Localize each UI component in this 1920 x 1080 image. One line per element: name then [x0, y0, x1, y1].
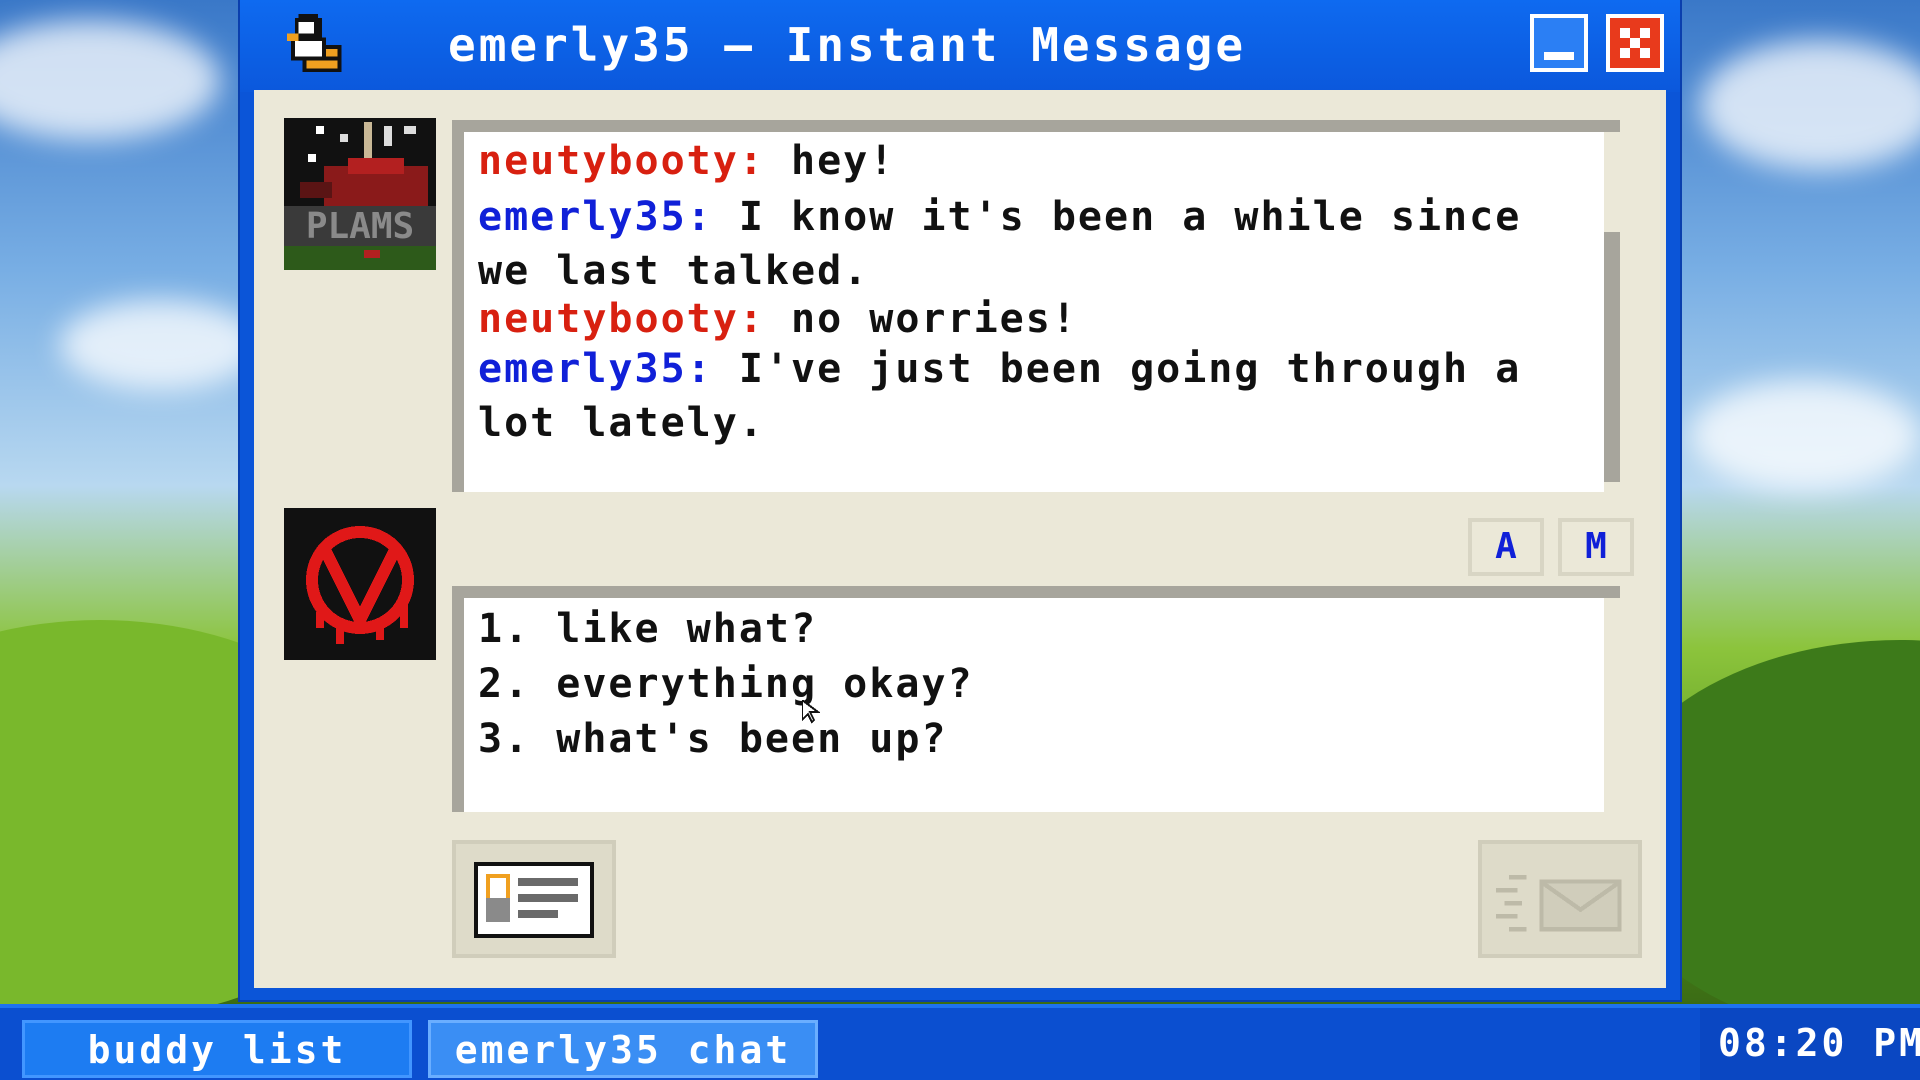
cloud: [1700, 40, 1920, 170]
message-text: hey!: [764, 138, 896, 184]
send-envelope-icon: [1496, 875, 1622, 932]
reply-option-2[interactable]: 2. everything okay?: [478, 657, 974, 711]
window-client: PLAMS neutybooty: hey! emerly35: I know …: [254, 90, 1666, 988]
buddy-avatar-text: PLAMS: [306, 206, 414, 247]
font-style-button[interactable]: A: [1468, 518, 1544, 576]
reply-scrollbar[interactable]: [1604, 598, 1620, 812]
taskbar-clock: 08:20 PM: [1718, 1021, 1920, 1065]
chat-scrollbar[interactable]: [1604, 132, 1620, 492]
cloud: [0, 20, 220, 140]
buddy-avatar: PLAMS: [284, 118, 436, 270]
chat-message: emerly35: I know it's been a while since…: [478, 190, 1578, 298]
chat-message: emerly35: I've just been going through a…: [478, 342, 1578, 450]
mouse-cursor-icon: [802, 700, 820, 724]
message-text: no worries!: [764, 296, 1078, 342]
cloud: [60, 300, 260, 390]
message-sender: emerly35:: [478, 194, 713, 240]
chat-log[interactable]: neutybooty: hey! emerly35: I know it's b…: [452, 120, 1620, 492]
reply-options-box[interactable]: 1. like what? 2. everything okay? 3. wha…: [452, 586, 1620, 812]
message-sender: neutybooty:: [478, 138, 765, 184]
user-avatar: [284, 508, 436, 660]
message-sender: emerly35:: [478, 346, 713, 392]
window-title: emerly35 – Instant Message: [448, 18, 1247, 72]
reply-option-1[interactable]: 1. like what?: [478, 602, 817, 656]
profile-card-icon: [474, 862, 594, 938]
cloud: [1690, 380, 1920, 490]
close-icon: [1620, 28, 1650, 58]
chat-scroll-thumb[interactable]: [1604, 232, 1620, 482]
emoticon-button[interactable]: M: [1558, 518, 1634, 576]
minimize-button[interactable]: [1530, 14, 1588, 72]
close-button[interactable]: [1606, 14, 1664, 72]
profile-button[interactable]: [452, 840, 616, 958]
send-button[interactable]: [1478, 840, 1642, 958]
title-bar[interactable]: emerly35 – Instant Message: [240, 0, 1680, 92]
duck-icon: [287, 14, 342, 73]
chat-message: neutybooty: hey!: [478, 134, 1578, 188]
message-sender: neutybooty:: [478, 296, 765, 342]
minimize-icon: [1544, 52, 1574, 60]
desktop: emerly35 – Instant Message PLAMS neutybo…: [0, 0, 1920, 1080]
chat-message: neutybooty: no worries!: [478, 292, 1578, 346]
taskbar: buddy list emerly35 chat: [0, 1004, 1920, 1080]
reply-option-3[interactable]: 3. what's been up?: [478, 712, 947, 766]
taskbar-buddy-list[interactable]: buddy list: [22, 1020, 412, 1078]
taskbar-chat-tab[interactable]: emerly35 chat: [428, 1020, 818, 1078]
im-window: emerly35 – Instant Message PLAMS neutybo…: [240, 0, 1680, 1000]
